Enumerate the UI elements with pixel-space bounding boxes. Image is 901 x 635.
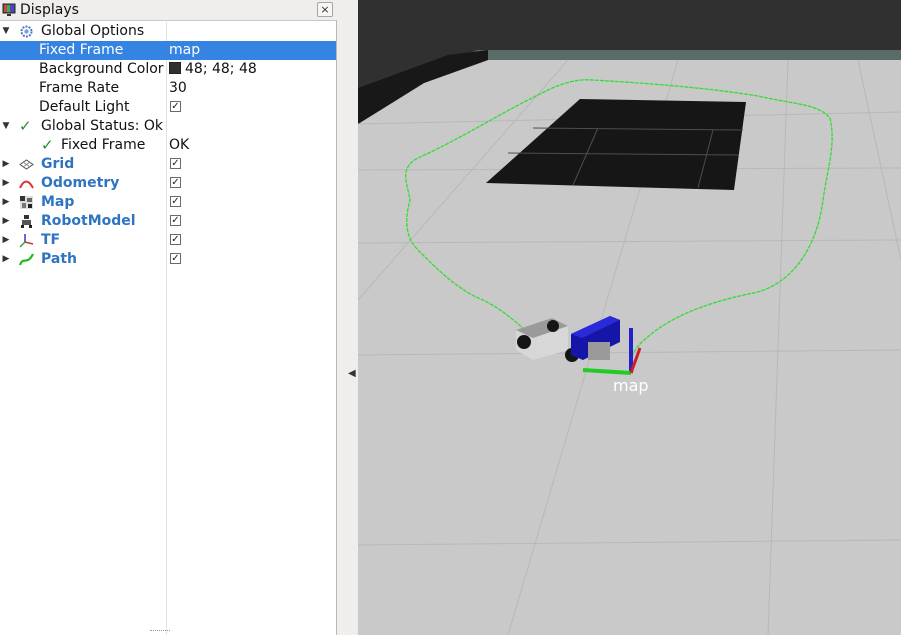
tree-row-grid[interactable]: ▶ Grid ✓: [0, 155, 336, 174]
displays-panel: Displays × ▼ Global Options Fixed Frame …: [0, 0, 337, 635]
tree-row-default-light[interactable]: Default Light ✓: [0, 98, 336, 117]
render-3d-view[interactable]: map: [358, 0, 901, 635]
path-icon: [18, 252, 34, 267]
path-label: Path: [41, 251, 77, 267]
panel-title: Displays: [20, 2, 79, 18]
color-swatch: [169, 62, 181, 74]
panel-resize-grip[interactable]: [150, 630, 170, 633]
grid-label: Grid: [41, 156, 75, 172]
global-options-label: Global Options: [41, 23, 145, 39]
path-checkbox[interactable]: ✓: [170, 253, 181, 264]
tf-frame-label: map: [613, 376, 649, 395]
status-fixed-frame-label: Fixed Frame: [61, 137, 146, 153]
background-color-label: Background Color: [39, 61, 164, 77]
tf-icon: [19, 233, 34, 248]
fixed-frame-label: Fixed Frame: [39, 42, 124, 58]
status-fixed-frame-value: OK: [169, 137, 190, 153]
default-light-checkbox[interactable]: ✓: [170, 101, 181, 112]
grid-checkbox[interactable]: ✓: [170, 158, 181, 169]
panel-splitter[interactable]: ◀: [337, 0, 358, 635]
tf-checkbox[interactable]: ✓: [170, 234, 181, 245]
expand-arrow-icon[interactable]: ▶: [1, 250, 11, 269]
monitor-icon: [2, 3, 16, 21]
expand-arrow-icon[interactable]: ▶: [1, 212, 11, 231]
status-ok-check-icon: ✓: [19, 117, 32, 135]
odometry-icon: [19, 176, 34, 191]
robotmodel-label: RobotModel: [41, 213, 136, 229]
collapse-arrow-icon[interactable]: ▼: [1, 22, 11, 41]
tree-row-background-color[interactable]: Background Color 48; 48; 48: [0, 60, 336, 79]
tree-row-global-options[interactable]: ▼ Global Options: [0, 22, 336, 41]
tree-row-global-status[interactable]: ▼ ✓ Global Status: Ok: [0, 117, 336, 136]
gear-icon: [19, 24, 34, 39]
tree-row-robotmodel[interactable]: ▶ RobotModel ✓: [0, 212, 336, 231]
tf-label: TF: [41, 232, 61, 248]
map-checkbox[interactable]: ✓: [170, 196, 181, 207]
status-ok-check-icon: ✓: [41, 136, 54, 154]
grid-icon: [19, 157, 34, 172]
collapse-arrow-icon[interactable]: ▼: [1, 117, 11, 136]
robotmodel-checkbox[interactable]: ✓: [170, 215, 181, 226]
global-status-label: Global Status: Ok: [41, 118, 164, 134]
tree-row-path[interactable]: ▶ Path ✓: [0, 250, 336, 269]
frame-rate-value[interactable]: 30: [169, 79, 187, 98]
tree-row-fixed-frame[interactable]: Fixed Frame map: [0, 41, 336, 60]
displays-tree[interactable]: ▼ Global Options Fixed Frame map Backgro…: [0, 22, 336, 269]
default-light-label: Default Light: [39, 99, 130, 115]
tree-row-map[interactable]: ▶ Map ✓: [0, 193, 336, 212]
close-panel-button[interactable]: ×: [317, 2, 333, 17]
background-color-value[interactable]: 48; 48; 48: [169, 60, 257, 79]
robot-model-icon: [19, 214, 34, 229]
tree-row-status-fixed-frame[interactable]: ✓ Fixed Frame OK: [0, 136, 336, 155]
background-color-text: 48; 48; 48: [185, 61, 257, 77]
expand-arrow-icon[interactable]: ▶: [1, 193, 11, 212]
map-icon: [19, 195, 34, 210]
fixed-frame-value[interactable]: map: [169, 41, 200, 60]
panel-titlebar: Displays ×: [0, 0, 337, 21]
odometry-label: Odometry: [41, 175, 120, 191]
expand-arrow-icon[interactable]: ▶: [1, 174, 11, 193]
scene-canvas[interactable]: [358, 0, 901, 635]
expand-arrow-icon[interactable]: ▶: [1, 155, 11, 174]
expand-arrow-icon[interactable]: ▶: [1, 231, 11, 250]
map-label: Map: [41, 194, 75, 210]
tree-row-odometry[interactable]: ▶ Odometry ✓: [0, 174, 336, 193]
tree-row-frame-rate[interactable]: Frame Rate 30: [0, 79, 336, 98]
collapse-left-arrow-icon[interactable]: ◀: [348, 368, 356, 379]
odometry-checkbox[interactable]: ✓: [170, 177, 181, 188]
frame-rate-label: Frame Rate: [39, 80, 120, 96]
tree-row-tf[interactable]: ▶ TF ✓: [0, 231, 336, 250]
